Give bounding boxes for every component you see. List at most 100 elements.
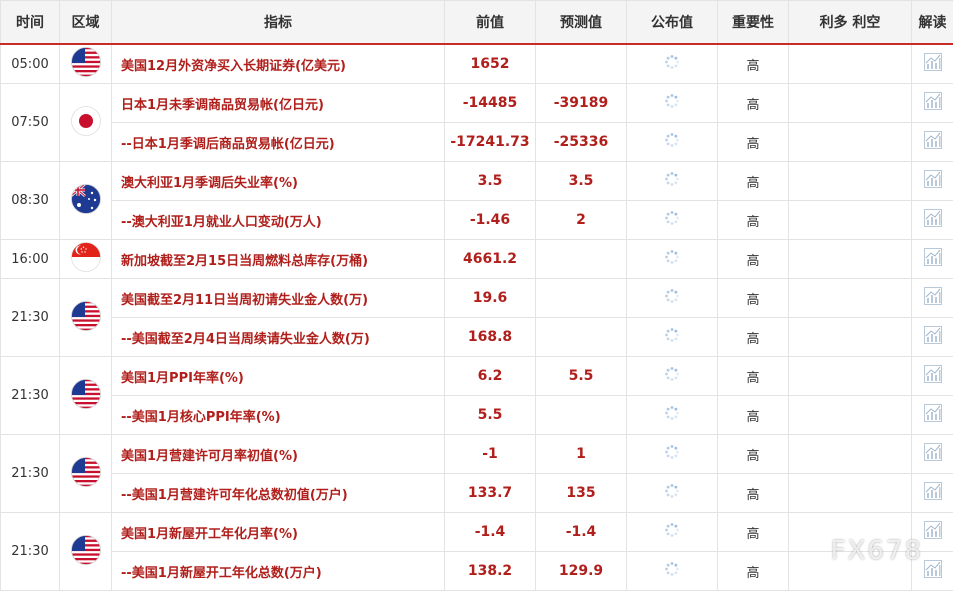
flag-sg-icon (71, 242, 101, 276)
importance-level: 高 (718, 44, 789, 84)
actual-value (627, 240, 718, 279)
bias-cell (789, 357, 912, 396)
analysis-button[interactable] (912, 162, 953, 201)
chart-icon (923, 139, 943, 154)
analysis-button[interactable] (912, 44, 953, 84)
importance-level: 高 (718, 552, 789, 591)
indicator-name[interactable]: 美国1月营建许可月率初值(%) (112, 435, 445, 474)
previous-value: 6.2 (445, 357, 536, 396)
analysis-button[interactable] (912, 435, 953, 474)
table-row: 16:00新加坡截至2月15日当周燃料总库存(万桶)4661.2高 (1, 240, 953, 279)
actual-value (627, 279, 718, 318)
loading-spinner-icon (664, 488, 680, 503)
flag-jp-icon (71, 106, 101, 140)
event-time: 05:00 (1, 44, 60, 84)
event-time: 21:30 (1, 279, 60, 357)
table-row: --美国1月核心PPI年率(%)5.5高 (1, 396, 953, 435)
indicator-name[interactable]: --美国1月核心PPI年率(%) (112, 396, 445, 435)
region-flag (60, 162, 112, 240)
bias-cell (789, 435, 912, 474)
header-previous: 前值 (445, 1, 536, 45)
actual-value (627, 318, 718, 357)
indicator-name[interactable]: --日本1月季调后商品贸易帐(亿日元) (112, 123, 445, 162)
region-flag (60, 357, 112, 435)
importance-level: 高 (718, 84, 789, 123)
previous-value: -1.4 (445, 513, 536, 552)
previous-value: 1652 (445, 44, 536, 84)
importance-level: 高 (718, 318, 789, 357)
event-time: 08:30 (1, 162, 60, 240)
actual-value (627, 357, 718, 396)
header-bias: 利多 利空 (789, 1, 912, 45)
region-flag (60, 279, 112, 357)
table-row: --美国截至2月4日当周续请失业金人数(万)168.8高 (1, 318, 953, 357)
chart-icon (923, 529, 943, 544)
loading-spinner-icon (664, 215, 680, 230)
loading-spinner-icon (664, 137, 680, 152)
analysis-button[interactable] (912, 279, 953, 318)
analysis-button[interactable] (912, 201, 953, 240)
indicator-name[interactable]: --美国截至2月4日当周续请失业金人数(万) (112, 318, 445, 357)
previous-value: -17241.73 (445, 123, 536, 162)
actual-value (627, 474, 718, 513)
flag-au-icon (71, 184, 101, 218)
table-row: 21:30美国1月PPI年率(%)6.25.5高 (1, 357, 953, 396)
header-analysis: 解读 (912, 1, 953, 45)
header-indicator: 指标 (112, 1, 445, 45)
analysis-button[interactable] (912, 84, 953, 123)
indicator-name[interactable]: 新加坡截至2月15日当周燃料总库存(万桶) (112, 240, 445, 279)
region-flag (60, 240, 112, 279)
indicator-name[interactable]: 美国截至2月11日当周初请失业金人数(万) (112, 279, 445, 318)
header-actual: 公布值 (627, 1, 718, 45)
loading-spinner-icon (664, 371, 680, 386)
indicator-name[interactable]: 美国12月外资净买入长期证券(亿美元) (112, 44, 445, 84)
importance-level: 高 (718, 357, 789, 396)
forecast-value: 129.9 (536, 552, 627, 591)
previous-value: -1.46 (445, 201, 536, 240)
event-time: 07:50 (1, 84, 60, 162)
analysis-button[interactable] (912, 240, 953, 279)
indicator-name[interactable]: 美国1月PPI年率(%) (112, 357, 445, 396)
header-forecast: 预测值 (536, 1, 627, 45)
analysis-button[interactable] (912, 474, 953, 513)
importance-level: 高 (718, 279, 789, 318)
bias-cell (789, 123, 912, 162)
bias-cell (789, 279, 912, 318)
forecast-value: 5.5 (536, 357, 627, 396)
importance-level: 高 (718, 123, 789, 162)
importance-level: 高 (718, 201, 789, 240)
header-region: 区域 (60, 1, 112, 45)
chart-icon (923, 568, 943, 583)
chart-icon (923, 61, 943, 76)
previous-value: 138.2 (445, 552, 536, 591)
indicator-name[interactable]: 美国1月新屋开工年化月率(%) (112, 513, 445, 552)
indicator-name[interactable]: --澳大利亚1月就业人口变动(万人) (112, 201, 445, 240)
previous-value: 3.5 (445, 162, 536, 201)
indicator-name[interactable]: --美国1月营建许可年化总数初值(万户) (112, 474, 445, 513)
actual-value (627, 435, 718, 474)
header-row: 时间 区域 指标 前值 预测值 公布值 重要性 利多 利空 解读 (1, 1, 953, 45)
loading-spinner-icon (664, 176, 680, 191)
importance-level: 高 (718, 396, 789, 435)
indicator-name[interactable]: 澳大利亚1月季调后失业率(%) (112, 162, 445, 201)
actual-value (627, 396, 718, 435)
chart-icon (923, 256, 943, 271)
forecast-value: 1 (536, 435, 627, 474)
bias-cell (789, 240, 912, 279)
header-time: 时间 (1, 1, 60, 45)
analysis-button[interactable] (912, 396, 953, 435)
table-row: --美国1月新屋开工年化总数(万户)138.2129.9 高 (1, 552, 953, 591)
indicator-name[interactable]: --美国1月新屋开工年化总数(万户) (112, 552, 445, 591)
analysis-button[interactable] (912, 357, 953, 396)
actual-value (627, 123, 718, 162)
bias-cell (789, 318, 912, 357)
forecast-value: -39189 (536, 84, 627, 123)
loading-spinner-icon (664, 449, 680, 464)
watermark: FX678 (831, 536, 923, 566)
analysis-button[interactable] (912, 318, 953, 357)
chart-icon (923, 490, 943, 505)
indicator-name[interactable]: 日本1月未季调商品贸易帐(亿日元) (112, 84, 445, 123)
previous-value: 19.6 (445, 279, 536, 318)
analysis-button[interactable] (912, 123, 953, 162)
flag-us-icon (71, 379, 101, 413)
